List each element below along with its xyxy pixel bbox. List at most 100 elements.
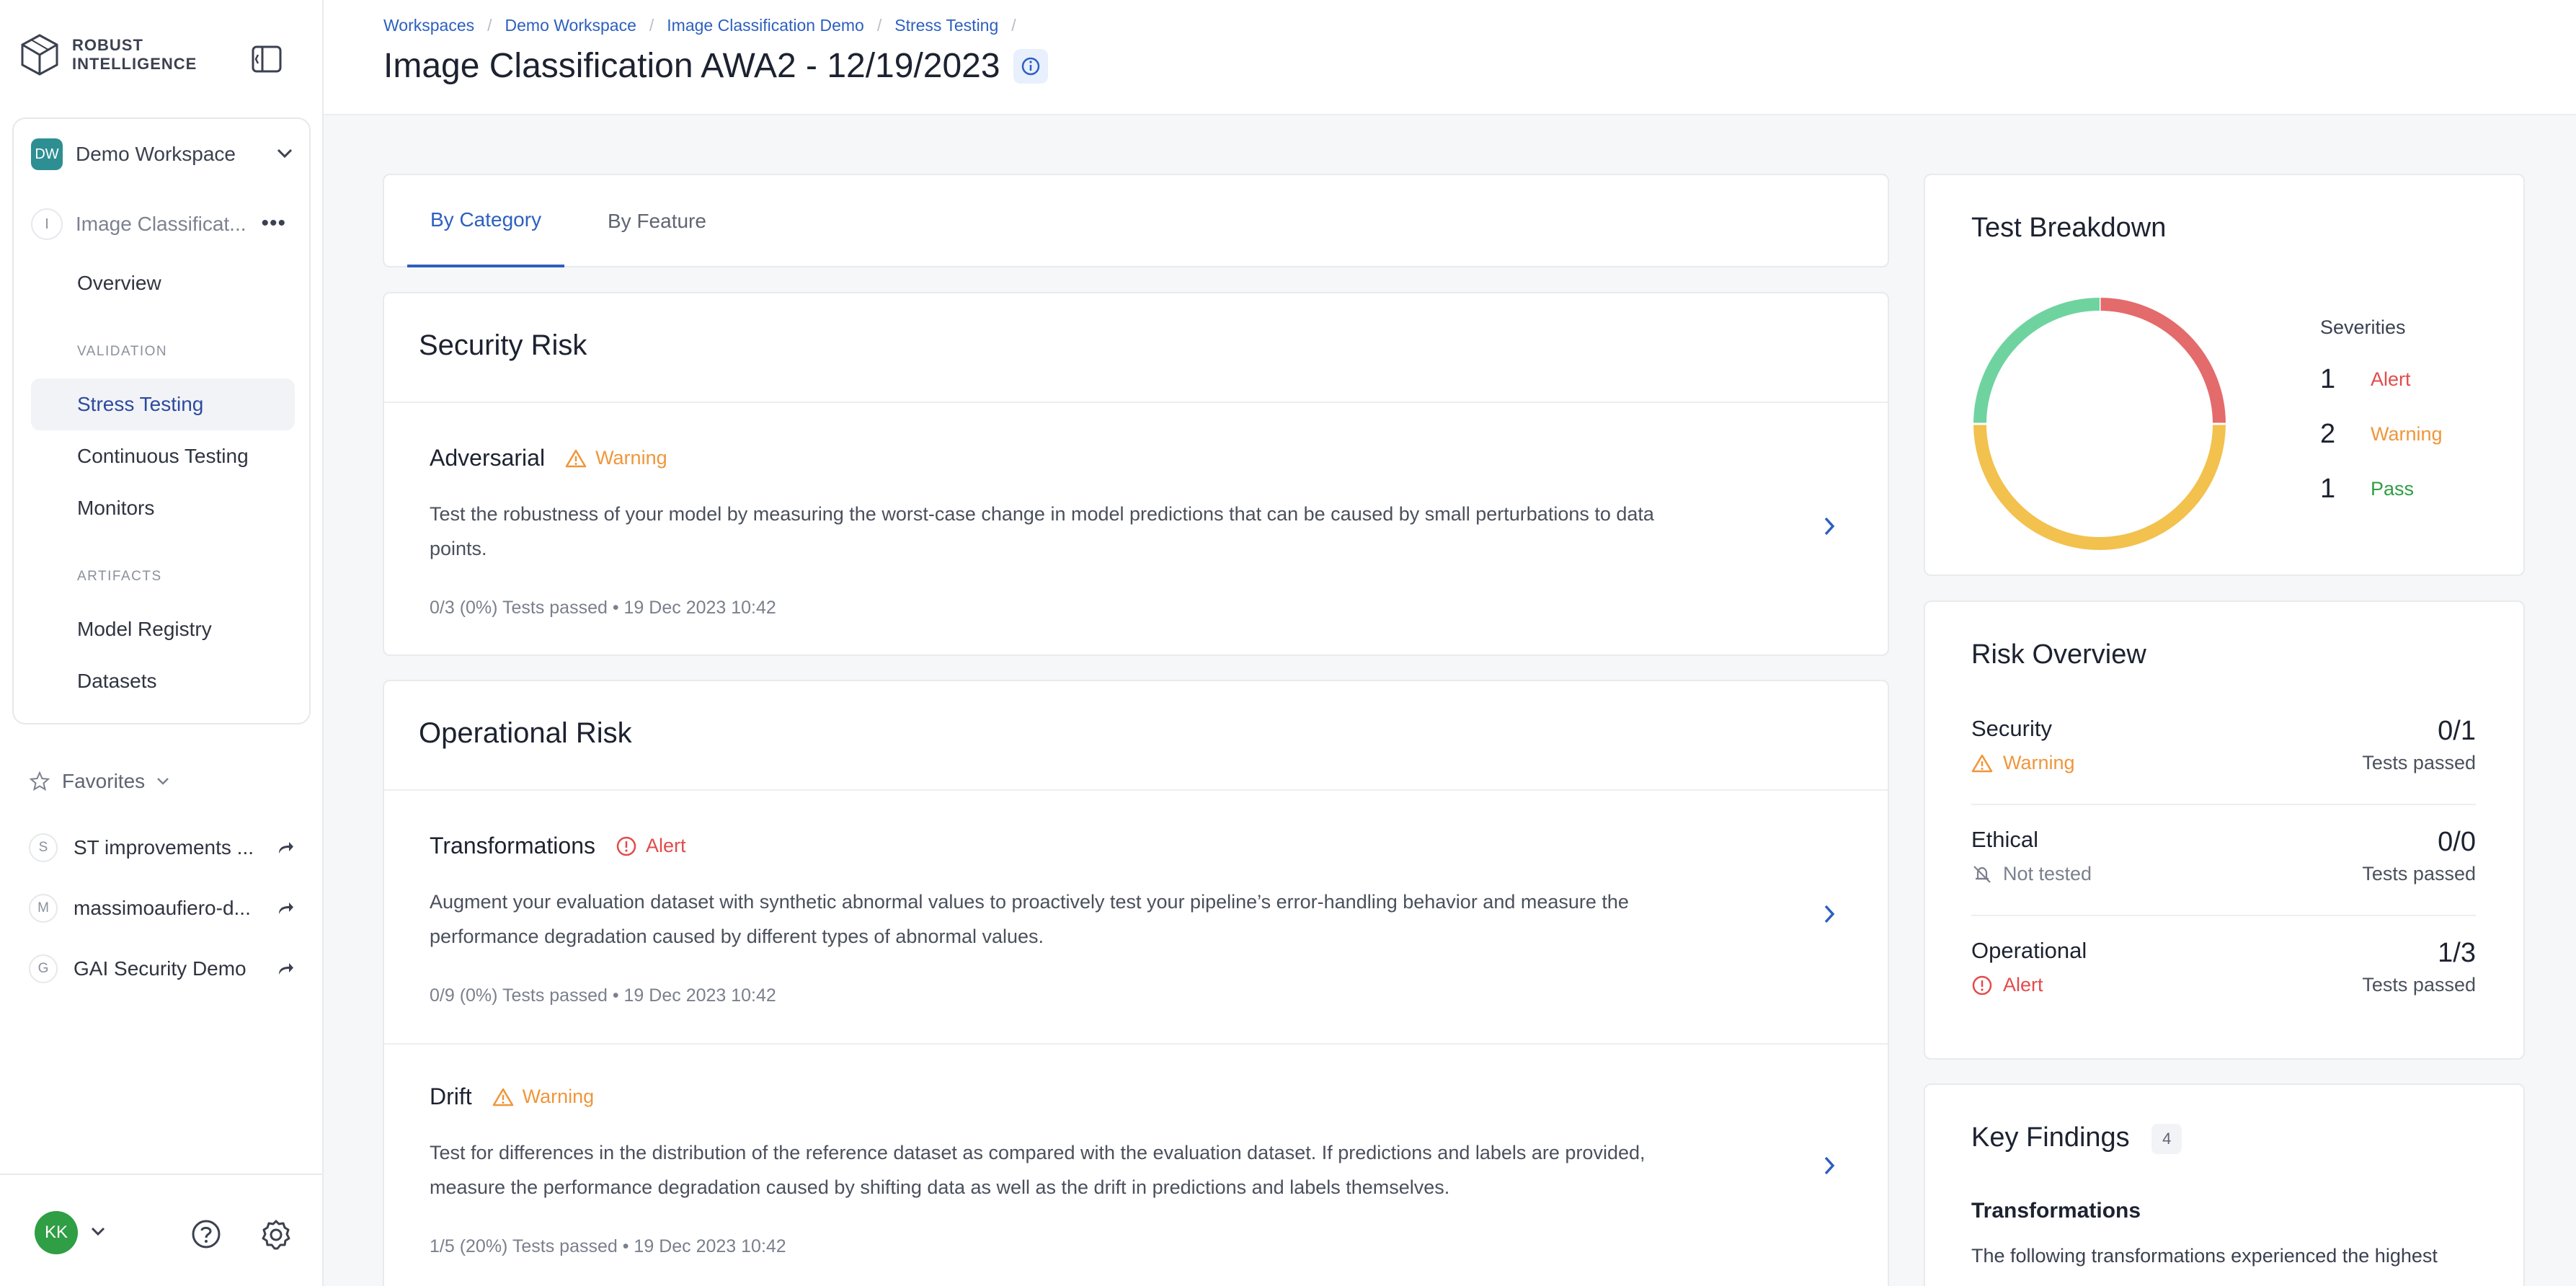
tab-by-category[interactable]: By Category [407, 175, 565, 267]
share-arrow-icon[interactable] [275, 898, 296, 918]
nav-item-overview[interactable]: Overview [31, 257, 295, 309]
donut-slice-pass [1973, 298, 2100, 425]
legend-count: 2 [2320, 419, 2336, 449]
favorite-badge: S [29, 833, 58, 862]
nav-item-continuous-testing[interactable]: Continuous Testing [31, 430, 295, 482]
panel-title: Risk Overview [1971, 639, 2146, 670]
risk-score-label: Tests passed [2362, 863, 2476, 884]
risk-category-name: Operational [1971, 938, 2087, 963]
risk-item-transformations[interactable]: Transformations Alert Augment your evalu… [384, 791, 1888, 1043]
share-arrow-icon[interactable] [275, 838, 296, 858]
breadcrumb-workspaces[interactable]: Workspaces [383, 16, 474, 35]
star-icon [29, 771, 50, 791]
favorite-item[interactable]: S ST improvements ... [29, 828, 296, 868]
breadcrumb-project[interactable]: Image Classification Demo [667, 16, 864, 35]
warning-triangle-icon [492, 1088, 513, 1106]
gear-icon[interactable] [259, 1218, 293, 1251]
finding-subtitle: Transformations [1971, 1199, 2141, 1223]
help-icon[interactable] [190, 1218, 222, 1250]
risk-score: 0/1 [2438, 716, 2476, 746]
nav-item-datasets[interactable]: Datasets [31, 655, 295, 707]
chevron-right-icon[interactable] [1821, 515, 1837, 538]
risk-item-title-row: Adversarial Warning [430, 445, 667, 471]
chevron-down-icon [157, 778, 169, 785]
divider [1971, 915, 2476, 916]
sidebar: ROBUST INTELLIGENCE DW Demo Workspace I … [0, 0, 324, 1286]
breadcrumb-separator: / [487, 16, 492, 35]
breadcrumb-stress-testing[interactable]: Stress Testing [894, 16, 998, 35]
description-line: Test for differences in the distribution… [430, 1142, 1645, 1163]
info-icon [1021, 57, 1039, 75]
favorite-name: massimoaufiero-d... [74, 897, 251, 919]
risk-status-label: Not tested [2003, 863, 2092, 884]
description-line: Test the robustness of your model by mea… [430, 503, 1654, 525]
risk-item-meta: 0/3 (0%) Tests passed • 19 Dec 2023 10:4… [430, 598, 776, 618]
chevron-down-icon[interactable] [89, 1224, 107, 1238]
risk-item-title-row: Drift Warning [430, 1083, 594, 1110]
nav-item-monitors[interactable]: Monitors [31, 482, 295, 534]
breadcrumb-demo-workspace[interactable]: Demo Workspace [505, 16, 636, 35]
risk-status: Warning [1971, 752, 2075, 774]
risk-status-label: Warning [2003, 752, 2075, 773]
breadcrumb: Workspaces / Demo Workspace / Image Clas… [383, 16, 1029, 35]
description-line: measure the performance degradation caus… [430, 1176, 1450, 1198]
workspace-card: DW Demo Workspace I Image Classificat...… [12, 117, 311, 724]
favorite-name: GAI Security Demo [74, 957, 247, 980]
risk-item-meta: 1/5 (20%) Tests passed • 19 Dec 2023 10:… [430, 1236, 786, 1256]
user-avatar[interactable]: KK [35, 1211, 78, 1254]
legend-row-pass: 1 Pass [2320, 474, 2414, 505]
description-line: performance degradation caused by differ… [430, 926, 1044, 947]
favorite-item[interactable]: M massimoaufiero-d... [29, 888, 296, 928]
risk-category-name: Ethical [1971, 827, 2039, 852]
brand-line-1: ROBUST [72, 36, 143, 54]
warning-triangle-icon [565, 449, 587, 467]
page-header: Workspaces / Demo Workspace / Image Clas… [324, 0, 2576, 115]
project-badge: I [31, 208, 63, 240]
breadcrumb-separator: / [649, 16, 654, 35]
workspace-selector[interactable]: DW Demo Workspace [31, 136, 295, 172]
legend-label: Pass [2371, 478, 2415, 500]
risk-score: 0/0 [2438, 827, 2476, 857]
favorites-toggle[interactable]: Favorites [29, 770, 171, 793]
breadcrumb-separator: / [876, 16, 882, 35]
info-button[interactable] [1013, 48, 1048, 84]
tab-by-feature[interactable]: By Feature [608, 175, 706, 267]
nav-section-artifacts: ARTIFACTS [77, 569, 162, 584]
risk-item-drift[interactable]: Drift Warning Test for differences in th… [384, 1045, 1888, 1286]
panel-title: Key Findings [1971, 1122, 2130, 1153]
risk-item-meta: 0/9 (0%) Tests passed • 19 Dec 2023 10:4… [430, 985, 776, 1006]
risk-item-description: Augment your evaluation dataset with syn… [430, 884, 1713, 954]
donut-slice-warning [1973, 423, 2226, 550]
risk-overview-row-security: Security Warning 0/1 Tests passed [1971, 716, 2476, 810]
description-line: Augment your evaluation dataset with syn… [430, 891, 1629, 913]
legend-label: Alert [2371, 368, 2411, 390]
warning-triangle-icon [1971, 754, 1993, 772]
operational-risk-card: Operational Risk Transformations Alert A… [383, 680, 1889, 1286]
not-tested-icon [1973, 865, 1991, 883]
severity-donut-chart [1971, 296, 2228, 550]
workspace-name: Demo Workspace [76, 143, 236, 165]
risk-item-adversarial[interactable]: Adversarial Warning Test the robustness … [384, 403, 1888, 655]
favorite-badge: G [29, 954, 58, 983]
project-item[interactable]: I Image Classificat... ••• [31, 204, 295, 244]
brand-logo[interactable]: ROBUST INTELLIGENCE [20, 33, 197, 76]
test-breakdown-card: Test Breakdown Severities 1 Alert 2 Warn… [1924, 174, 2525, 576]
donut-slice-alert [2099, 298, 2226, 425]
brand-line-2: INTELLIGENCE [72, 55, 197, 73]
key-findings-card: Key Findings 4 Transformations The follo… [1924, 1083, 2525, 1286]
risk-item-name: Drift [430, 1083, 472, 1109]
alert-circle-icon [1972, 975, 1992, 995]
findings-count-badge: 4 [2151, 1123, 2182, 1154]
chevron-right-icon[interactable] [1821, 1154, 1837, 1177]
nav-item-model-registry[interactable]: Model Registry [31, 603, 295, 655]
legend-row-alert: 1 Alert [2320, 364, 2411, 395]
share-arrow-icon[interactable] [275, 959, 296, 979]
chevron-right-icon[interactable] [1821, 903, 1837, 926]
favorite-item[interactable]: G GAI Security Demo [29, 949, 296, 989]
collapse-sidebar-button[interactable] [249, 42, 284, 76]
nav-item-stress-testing[interactable]: Stress Testing [31, 378, 295, 430]
nav-section-validation: VALIDATION [77, 344, 168, 359]
more-options-icon[interactable]: ••• [261, 211, 286, 236]
alert-circle-icon [616, 836, 636, 856]
risk-status-label: Alert [2003, 974, 2043, 995]
